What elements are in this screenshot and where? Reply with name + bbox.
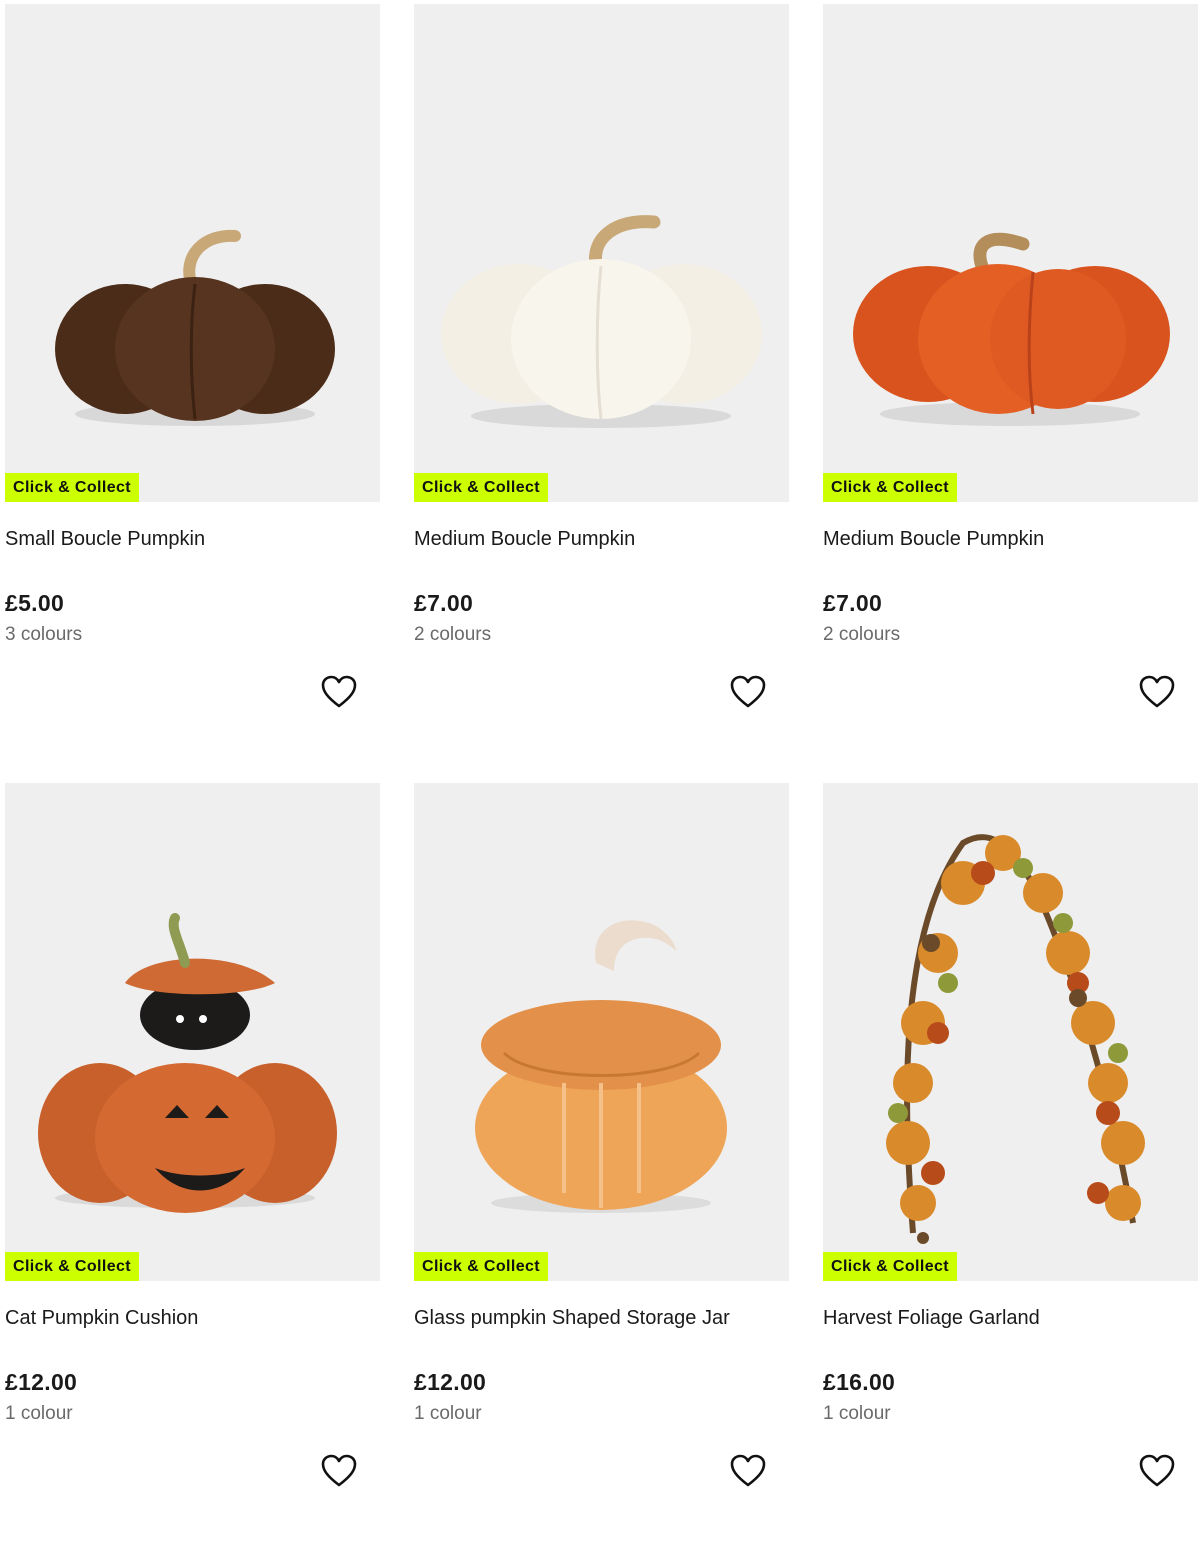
product-price: £12.00 [5, 1369, 78, 1395]
product-card[interactable]: Click & Collect Cat Pumpkin Cushion £12.… [5, 783, 380, 1562]
product-card[interactable]: Click & Collect Harvest Foliage Garland … [823, 783, 1198, 1562]
product-image-cat-pumpkin[interactable]: Click & Collect [5, 783, 380, 1281]
click-collect-badge: Click & Collect [414, 473, 549, 502]
cream-pumpkin-illustration [441, 215, 762, 428]
product-price: £7.00 [414, 590, 474, 616]
wishlist-heart-icon[interactable] [730, 675, 766, 709]
click-collect-badge: Click & Collect [5, 1252, 140, 1281]
wishlist-heart-icon[interactable] [321, 675, 357, 709]
cat-pumpkin-illustration [38, 913, 337, 1213]
wishlist-heart-icon[interactable] [730, 1454, 766, 1488]
click-collect-badge: Click & Collect [414, 1252, 549, 1281]
wishlist-heart-icon[interactable] [1139, 675, 1175, 709]
product-card[interactable]: Click & Collect Small Boucle Pumpkin £5.… [5, 4, 380, 783]
product-colours: 3 colours [5, 624, 83, 645]
product-name[interactable]: Medium Boucle Pumpkin [823, 527, 1198, 551]
product-card[interactable]: Click & Collect Medium Boucle Pumpkin £7… [414, 4, 789, 783]
product-price: £16.00 [823, 1369, 896, 1395]
product-colours: 1 colour [823, 1403, 891, 1424]
click-collect-badge: Click & Collect [5, 473, 140, 502]
product-colours: 2 colours [823, 624, 901, 645]
wishlist-heart-icon[interactable] [1139, 1454, 1175, 1488]
orange-pumpkin-illustration [853, 232, 1170, 426]
product-image-orange-pumpkin[interactable]: Click & Collect [823, 4, 1198, 502]
wishlist-heart-icon[interactable] [321, 1454, 357, 1488]
product-colours: 1 colour [414, 1403, 482, 1424]
garland-illustration [886, 834, 1145, 1244]
product-name[interactable]: Harvest Foliage Garland [823, 1306, 1198, 1330]
product-image-brown-pumpkin[interactable]: Click & Collect [5, 4, 380, 502]
product-name[interactable]: Small Boucle Pumpkin [5, 527, 380, 551]
click-collect-badge: Click & Collect [823, 473, 958, 502]
product-image-glass-jar[interactable]: Click & Collect [414, 783, 789, 1281]
product-image-cream-pumpkin[interactable]: Click & Collect [414, 4, 789, 502]
product-grid: Click & Collect Small Boucle Pumpkin £5.… [5, 4, 1198, 1562]
product-colours: 1 colour [5, 1403, 73, 1424]
product-image-garland[interactable]: Click & Collect [823, 783, 1198, 1281]
product-name[interactable]: Medium Boucle Pumpkin [414, 527, 789, 551]
product-card[interactable]: Click & Collect Glass pumpkin Shaped Sto… [414, 783, 789, 1562]
product-colours: 2 colours [414, 624, 492, 645]
product-price: £7.00 [823, 590, 883, 616]
glass-jar-illustration [475, 920, 727, 1213]
product-price: £5.00 [5, 590, 65, 616]
product-name[interactable]: Cat Pumpkin Cushion [5, 1306, 380, 1330]
product-price: £12.00 [414, 1369, 487, 1395]
click-collect-badge: Click & Collect [823, 1252, 958, 1281]
brown-pumpkin-illustration [55, 229, 335, 426]
product-card[interactable]: Click & Collect Medium Boucle Pumpkin £7… [823, 4, 1198, 783]
product-name[interactable]: Glass pumpkin Shaped Storage Jar [414, 1306, 789, 1330]
